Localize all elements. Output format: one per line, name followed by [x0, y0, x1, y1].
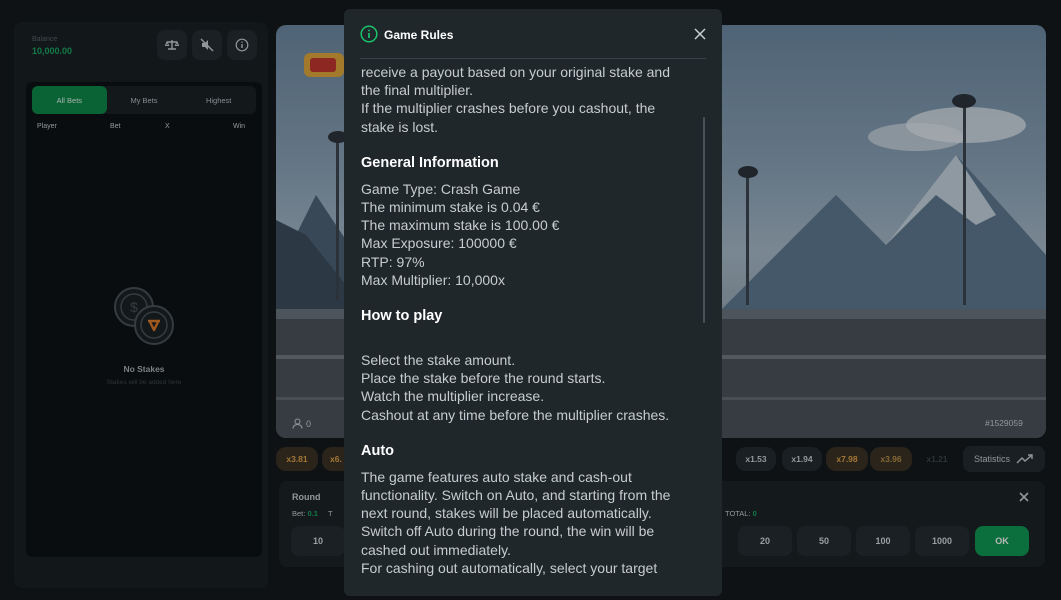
general-information-heading: General Information — [361, 154, 499, 171]
rules-text-line: the final multiplier. — [361, 82, 474, 99]
rules-text-line: Switch off Auto during the round, the wi… — [361, 523, 655, 540]
rules-content: receive a payout based on your original … — [361, 63, 701, 579]
modal-header: Game Rules — [360, 25, 706, 59]
rules-text-line: Max Multiplier: 10,000x — [361, 271, 505, 288]
auto-text: The game features auto stake and cash-ou… — [361, 468, 701, 577]
how-to-play-heading: How to play — [361, 308, 443, 325]
rules-text-line: next round, stakes will be placed automa… — [361, 505, 652, 522]
rules-text-line: Cashout at any time before the multiplie… — [361, 406, 670, 423]
auto-heading: Auto — [361, 442, 395, 459]
close-icon[interactable] — [694, 28, 706, 40]
rules-text-line: The maximum stake is 100.00 € — [361, 217, 560, 234]
rules-text-line: The minimum stake is 0.04 € — [361, 199, 540, 216]
general-information-list: Game Type: Crash Game The minimum stake … — [361, 180, 701, 289]
rules-text-line: functionality. Switch on Auto, and start… — [361, 487, 671, 504]
rules-text-line: Watch the multiplier increase. — [361, 388, 545, 405]
modal-title: Game Rules — [384, 28, 454, 42]
rules-text-line: RTP: 97% — [361, 253, 425, 270]
rules-intro: receive a payout based on your original … — [361, 63, 701, 136]
rules-text-line: For cashing out automatically, select yo… — [361, 559, 658, 576]
rules-text-line: The game features auto stake and cash-ou… — [361, 468, 632, 485]
rules-text-line: If the multiplier crashes before you cas… — [361, 100, 656, 117]
rules-text-line: receive a payout based on your original … — [361, 64, 670, 80]
rules-text-line: Place the stake before the round starts. — [361, 370, 606, 387]
rules-text-line: cashed out immediately. — [361, 541, 511, 558]
rules-text-line: stake is lost. — [361, 118, 439, 135]
modal-scrollbar[interactable] — [703, 117, 705, 323]
info-circle-icon — [360, 25, 378, 43]
game-rules-modal: Game Rules receive a payout based on you… — [344, 9, 722, 596]
rules-text-line: Game Type: Crash Game — [361, 180, 521, 197]
rules-text-line: Select the stake amount. — [361, 352, 516, 369]
game-page: Balance 10,000.00 All Bets My Bets Highe… — [0, 0, 1061, 600]
rules-text-line: Max Exposure: 100000 € — [361, 235, 517, 252]
how-to-play-list: Select the stake amount. Place the stake… — [361, 351, 701, 424]
